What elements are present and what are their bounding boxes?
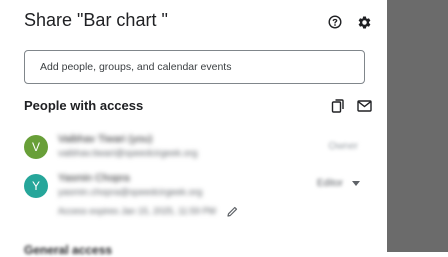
person-row: Y Yasmin Chopra yasmin.chopra@speedcirge…: [24, 170, 364, 200]
email-icon[interactable]: [354, 96, 374, 116]
person-email: yasmin.chopra@speedcirgeek.org: [58, 187, 203, 198]
pencil-icon[interactable]: [226, 204, 240, 218]
help-icon[interactable]: [325, 12, 345, 32]
avatar: Y: [24, 174, 48, 198]
person-row: V Vaibhav Tiwari (you) vaibhav.tiwari@sp…: [24, 131, 364, 161]
avatar: V: [24, 135, 48, 159]
copy-link-icon[interactable]: [328, 96, 348, 116]
person-email: vaibhav.tiwari@speedcirgeek.org: [58, 148, 198, 159]
chevron-down-icon: [352, 181, 360, 186]
gear-icon[interactable]: [354, 12, 374, 32]
general-access-heading: General access: [24, 243, 113, 257]
owner-role-label: Owner: [328, 141, 358, 152]
access-expiry-text: Access expires Jan 15, 2025, 11:59 PM: [58, 206, 216, 216]
page-backdrop: [387, 0, 448, 252]
access-expiry-row: Access expires Jan 15, 2025, 11:59 PM: [58, 204, 240, 218]
person-name: Yasmin Chopra: [58, 172, 130, 184]
person-name: Vaibhav Tiwari (you): [58, 133, 153, 145]
add-people-input[interactable]: [24, 50, 365, 84]
people-with-access-heading: People with access: [24, 98, 144, 113]
dialog-title: Share "Bar chart ": [24, 10, 168, 30]
share-dialog: Share "Bar chart " People with access V …: [0, 0, 387, 257]
role-dropdown-label: Editor: [316, 178, 343, 189]
role-dropdown[interactable]: Editor: [317, 178, 360, 189]
